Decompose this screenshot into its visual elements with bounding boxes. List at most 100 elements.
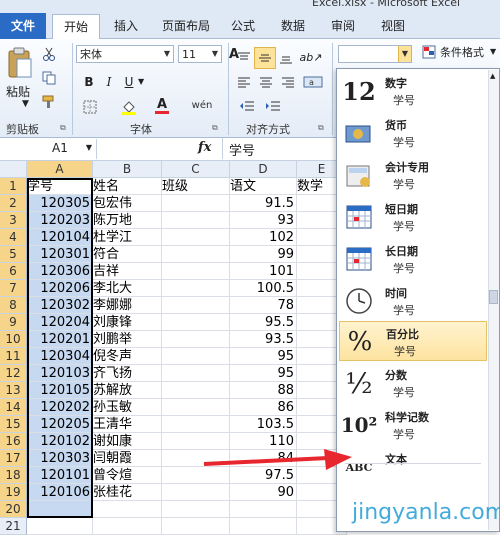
copy-icon[interactable] (40, 69, 58, 87)
fill-color-icon[interactable] (118, 97, 140, 117)
align-middle-icon[interactable] (254, 47, 276, 69)
table-cell[interactable] (162, 416, 230, 433)
dialog-launcher-icon[interactable]: ⧉ (318, 123, 324, 133)
column-header-d[interactable]: D (230, 161, 297, 178)
table-cell[interactable]: 倪冬声 (93, 348, 162, 365)
chevron-down-icon[interactable]: ▼ (138, 77, 144, 86)
table-cell[interactable]: 93.5 (230, 331, 297, 348)
table-cell[interactable]: 吉祥 (93, 263, 162, 280)
table-cell[interactable]: 88 (230, 382, 297, 399)
row-header[interactable]: 5 (0, 246, 27, 263)
table-cell[interactable]: 张桂花 (93, 484, 162, 501)
row-header[interactable]: 7 (0, 280, 27, 297)
table-cell[interactable]: 苏解放 (93, 382, 162, 399)
table-cell[interactable]: 符合 (93, 246, 162, 263)
table-cell[interactable] (230, 518, 297, 535)
chevron-down-icon[interactable]: ▼ (209, 46, 221, 62)
row-header[interactable]: 17 (0, 450, 27, 467)
row-header[interactable]: 1 (0, 178, 27, 195)
table-cell[interactable]: 李娜娜 (93, 297, 162, 314)
menu-item-format[interactable]: 货币 学号 (339, 113, 487, 153)
table-cell[interactable]: 93 (230, 212, 297, 229)
row-header[interactable]: 15 (0, 416, 27, 433)
table-cell[interactable]: 99 (230, 246, 297, 263)
dialog-launcher-icon[interactable]: ⧉ (212, 123, 218, 133)
table-cell[interactable]: 杜学江 (93, 229, 162, 246)
chevron-down-icon[interactable]: ▼ (22, 99, 29, 109)
tab-home[interactable]: 开始 (52, 14, 100, 40)
table-cell[interactable]: 刘鹏举 (93, 331, 162, 348)
table-cell[interactable]: 103.5 (230, 416, 297, 433)
row-header[interactable]: 10 (0, 331, 27, 348)
formula-input[interactable]: 学号 (222, 138, 337, 159)
table-cell[interactable]: 姓名 (93, 178, 162, 195)
table-cell[interactable]: 班级 (162, 178, 230, 195)
table-cell[interactable] (162, 246, 230, 263)
table-cell[interactable]: 95 (230, 365, 297, 382)
row-header[interactable]: 3 (0, 212, 27, 229)
row-header[interactable]: 19 (0, 484, 27, 501)
table-cell[interactable]: 101 (230, 263, 297, 280)
number-format-combo[interactable]: ▼ (338, 45, 412, 63)
tab-file[interactable]: 文件 (0, 13, 46, 39)
table-cell[interactable] (162, 501, 230, 518)
menu-item-format[interactable]: ½ 分数 学号 (339, 363, 487, 403)
cut-icon[interactable] (40, 45, 58, 63)
number-format-dropdown[interactable]: 12 数字 学号 货币 学号 会计专用 学号 短日期 学号 长日期 学号 时间 学号% 百分比 学号 ½ 分数学… (336, 68, 500, 532)
align-bottom-icon[interactable] (276, 49, 296, 67)
menu-item-format[interactable]: 长日期 学号 (339, 239, 487, 279)
tab-data[interactable]: 数据 (276, 14, 310, 38)
table-cell[interactable]: 语文 (230, 178, 297, 195)
table-cell[interactable]: 95.5 (230, 314, 297, 331)
underline-button[interactable]: U (120, 72, 138, 92)
table-cell[interactable] (93, 501, 162, 518)
table-cell[interactable] (162, 382, 230, 399)
menu-item-format[interactable]: ABC 文本 (339, 447, 487, 487)
table-cell[interactable]: 包宏伟 (93, 195, 162, 212)
table-cell[interactable] (162, 399, 230, 416)
row-header[interactable]: 20 (0, 501, 27, 518)
orientation-icon[interactable]: ab↗ (298, 47, 324, 67)
phonetic-icon[interactable]: wén (188, 95, 216, 115)
font-color-icon[interactable]: A (152, 95, 172, 117)
row-header[interactable]: 18 (0, 467, 27, 484)
table-cell[interactable]: 陈万地 (93, 212, 162, 229)
tab-review[interactable]: 审阅 (326, 14, 360, 38)
table-cell[interactable] (162, 212, 230, 229)
row-header[interactable]: 8 (0, 297, 27, 314)
align-right-icon[interactable] (278, 73, 298, 91)
table-cell[interactable]: 王清华 (93, 416, 162, 433)
row-header[interactable]: 4 (0, 229, 27, 246)
table-cell[interactable] (162, 297, 230, 314)
column-header-a[interactable]: A (27, 161, 93, 178)
row-header[interactable]: 12 (0, 365, 27, 382)
select-all-corner[interactable] (0, 161, 27, 178)
menu-item-format[interactable]: % 百分比 学号 (339, 321, 487, 361)
paste-icon[interactable] (4, 43, 36, 85)
chevron-down-icon[interactable]: ▼ (490, 47, 496, 56)
table-cell[interactable] (162, 314, 230, 331)
table-cell[interactable]: 孙玉敏 (93, 399, 162, 416)
table-cell[interactable]: 齐飞扬 (93, 365, 162, 382)
worksheet-grid[interactable]: A B C D E 1 学号 姓名 班级 语文 数学 2 120305 包宏伟 91.5 3 120203 陈万地… (0, 161, 347, 535)
table-cell[interactable]: 100.5 (230, 280, 297, 297)
row-header[interactable]: 13 (0, 382, 27, 399)
table-cell[interactable]: 91.5 (230, 195, 297, 212)
row-header[interactable]: 16 (0, 433, 27, 450)
column-header-c[interactable]: C (162, 161, 230, 178)
font-size-combo[interactable]: 11 ▼ (178, 45, 222, 63)
table-cell[interactable]: 谢如康 (93, 433, 162, 450)
table-cell[interactable]: 78 (230, 297, 297, 314)
table-cell[interactable] (162, 280, 230, 297)
table-cell[interactable]: 102 (230, 229, 297, 246)
table-cell[interactable] (162, 518, 230, 535)
menu-item-format[interactable]: 时间 学号 (339, 281, 487, 321)
table-cell[interactable] (162, 195, 230, 212)
paste-label[interactable]: 粘贴 (6, 83, 30, 100)
row-header[interactable]: 21 (0, 518, 27, 535)
scroll-thumb[interactable] (489, 290, 498, 304)
format-painter-icon[interactable] (40, 93, 58, 111)
table-cell[interactable]: 曾令煊 (93, 467, 162, 484)
table-cell[interactable] (162, 229, 230, 246)
row-header[interactable]: 9 (0, 314, 27, 331)
